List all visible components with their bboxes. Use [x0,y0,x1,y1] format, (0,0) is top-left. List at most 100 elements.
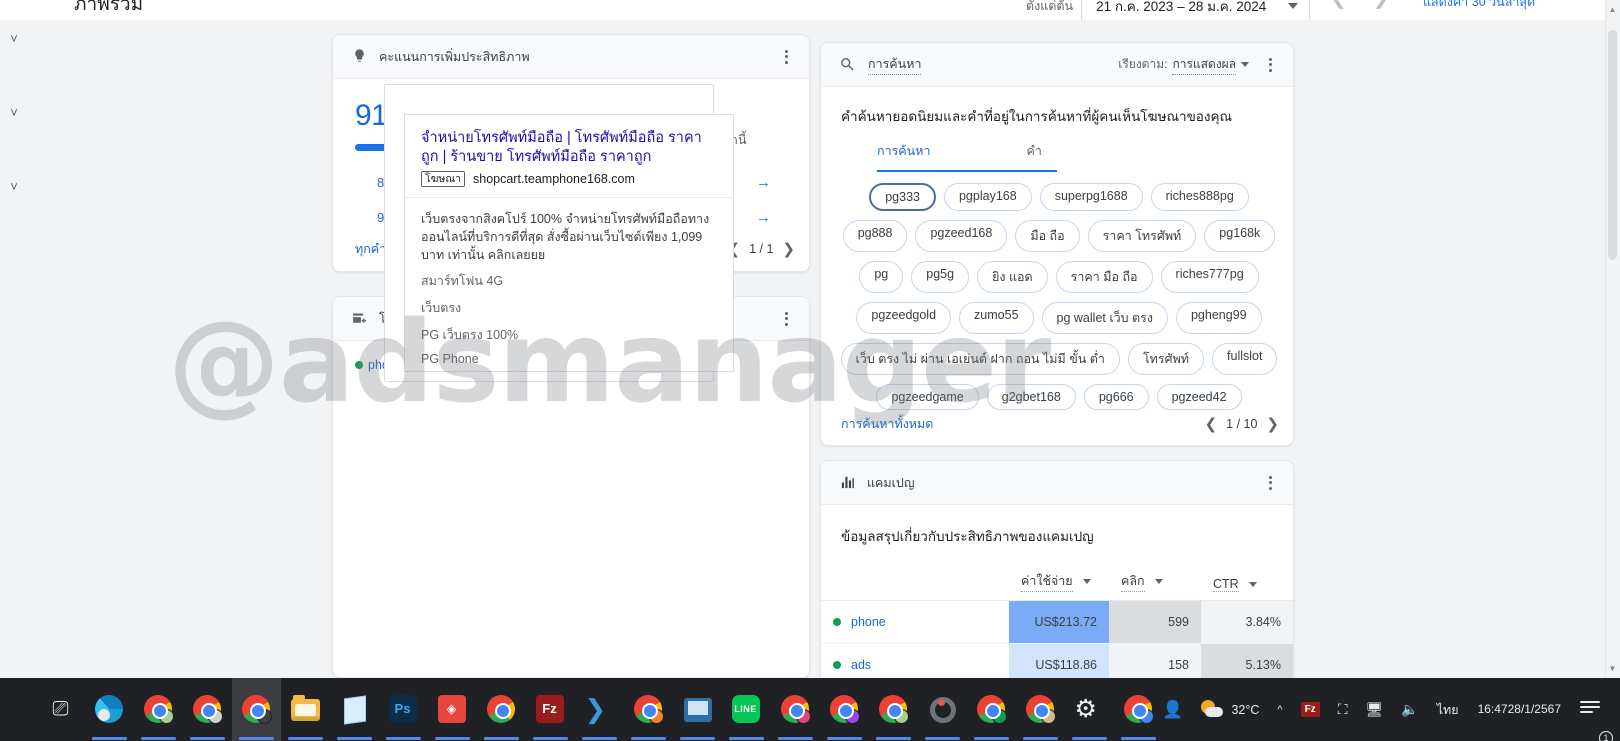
notification-center-button[interactable]: 1 [1571,678,1614,741]
people-icon[interactable]: 👤 [1153,678,1192,741]
taskbar-app-ring[interactable] [918,678,967,741]
taskbar-app-chrome-active[interactable] [232,678,281,741]
sidebar-item-expand-2[interactable]: ˅ [3,102,25,124]
chrome-icon [487,695,515,723]
taskbar-app-chrome-suit[interactable] [1016,678,1065,741]
pager-next-icon[interactable]: ❯ [782,240,795,258]
more-options-icon[interactable] [1261,56,1279,74]
arrow-right-icon[interactable]: → [756,209,771,226]
more-options-icon[interactable] [777,310,795,328]
list-item[interactable]: เว็บ ตรง ไม่ ผ่าน เอเย่นต์ ฝาก ถอน ไม่มี… [841,343,1120,375]
ad-sitelink[interactable]: สมาร์ทโฟน 4G [405,264,733,291]
sort-control[interactable]: เรียงตาม: การแสดงผล [1118,55,1249,75]
taskbar-app-chrome-n2[interactable] [967,678,1016,741]
page-scrollbar[interactable]: ▲ ▼ [1605,0,1620,678]
chevron-down-icon [1155,579,1163,584]
filezilla-tray-icon[interactable]: Fz [1292,678,1329,741]
ad-headline[interactable]: จำหน่ายโทรศัพท์มือถือ | โทรศัพท์มือถือ ร… [421,129,717,167]
taskbar-app-notepad[interactable] [330,678,379,741]
camera-icon[interactable]: ⛶ [1329,678,1357,741]
column-header-clicks[interactable]: คลิก [1109,571,1201,601]
clock[interactable]: 16:47 28/1/2567 [1468,678,1571,741]
taskbar-app-filezilla[interactable]: Fz [526,678,575,741]
list-item[interactable]: riches777pg [1161,261,1259,293]
card-title[interactable]: การค้นหา [868,54,921,75]
more-options-icon[interactable] [777,48,795,66]
notification-icon [1580,701,1600,718]
ad-sitelink[interactable]: PG เว็บตรง 100% [405,318,733,345]
taskbar-app-photoshop[interactable]: Ps [379,678,428,741]
taskbar-app-chrome-purple[interactable] [820,678,869,741]
scrollbar-thumb[interactable] [1608,30,1617,260]
all-searches-link[interactable]: การค้นหาทั้งหมด [841,414,933,434]
taskbar-app-remote-desktop[interactable] [673,678,722,741]
arrow-right-icon[interactable]: → [756,174,771,191]
scroll-down-icon[interactable]: ▼ [1608,664,1617,673]
list-item[interactable]: fullslot [1212,343,1277,375]
list-item[interactable]: pg888 [843,220,908,252]
ring-icon [930,697,956,723]
list-item[interactable]: ราคา โทรศัพท์ [1088,220,1197,252]
card-description: ข้อมูลสรุปเกี่ยวกับประสิทธิภาพของแคมเปญ [821,505,1293,547]
table-header-row: ค่าใช้จ่าย คลิก CTR [821,571,1293,601]
list-item[interactable]: โทรศัพท์ [1128,343,1204,375]
table-row[interactable]: phone US$213.72 599 3.84% [821,601,1293,644]
taskbar-app-beyond-compare[interactable]: ◈ [428,678,477,741]
display-icon[interactable]: 🖥 [1357,678,1393,741]
card-header: แคมเปญ [821,461,1293,505]
list-item[interactable]: pg168k [1204,220,1275,252]
chevron-left-icon[interactable]: ❮ [1330,0,1347,8]
tab-searches[interactable]: การค้นหา [877,141,930,172]
task-view-button[interactable]: ⎚ [36,678,85,741]
taskbar-app-chrome-pink[interactable] [771,678,820,741]
list-item[interactable]: มือ ถือ [1015,220,1079,252]
list-item[interactable]: pgplay168 [944,183,1032,211]
list-item[interactable]: superpg1688 [1040,183,1143,211]
list-item[interactable]: pg wallet เว็บ ตรง [1042,302,1168,334]
list-item[interactable]: pgzeedgold [856,302,951,334]
taskbar-app-chrome-grey[interactable] [183,678,232,741]
list-item[interactable]: ราคา มือ ถือ [1056,261,1153,293]
lightbulb-icon [351,48,368,65]
taskbar-app-chrome-n[interactable] [624,678,673,741]
card-header: คะแนนการเพิ่มประสิทธิภาพ [333,35,809,79]
volume-icon[interactable]: 🔈 [1392,678,1427,741]
taskbar-app-chrome-lightgreen[interactable] [869,678,918,741]
show-hidden-icons-button[interactable]: ^ [1268,678,1291,741]
column-header-ctr[interactable]: CTR [1201,571,1293,601]
clock-time: 16:47 [1478,702,1508,717]
taskbar-app-settings[interactable]: ⚙ [1065,678,1114,741]
chevron-right-icon[interactable]: ❯ [1373,0,1390,8]
pager-prev-icon[interactable]: ❮ [1205,415,1218,433]
sidebar-item-expand-1[interactable]: ˅ [3,28,25,50]
pager-next-icon[interactable]: ❯ [1266,415,1279,433]
card-description: คำค้นหายอดนิยมและคำที่อยู่ในการค้นหาที่ผ… [821,87,1293,127]
taskbar-app-edge[interactable] [85,678,134,741]
list-item[interactable]: ยิง แอด [977,261,1048,293]
ad-sitelink[interactable]: เว็บตรง [405,291,733,318]
list-item[interactable]: pg333 [869,183,936,211]
sort-label: เรียงตาม: [1118,55,1167,74]
taskbar-app-line[interactable]: LINE [722,678,771,741]
ad-sitelink[interactable]: PG Phone [405,345,733,366]
column-header-cost[interactable]: ค่าใช้จ่าย [1009,571,1109,601]
list-item[interactable]: pgzeed168 [915,220,1007,252]
language-indicator[interactable]: ไทย [1428,678,1468,741]
list-item[interactable]: riches888pg [1151,183,1249,211]
taskbar-app-file-explorer[interactable] [281,678,330,741]
more-options-icon[interactable] [1261,474,1279,492]
weather-widget[interactable]: 32°C [1192,678,1268,741]
show-last-30-days-link[interactable]: แสดงค่า 30 วันล่าสุด [1423,0,1535,12]
taskbar-app-chrome-green[interactable] [134,678,183,741]
tab-words[interactable]: คำ [1026,141,1041,172]
taskbar-app-chrome[interactable] [477,678,526,741]
sidebar-item-expand-3[interactable]: ˅ [3,176,25,198]
filezilla-icon: Fz [536,695,564,723]
taskbar-app-vscode[interactable]: ❯ [575,678,624,741]
list-item[interactable]: pg5g [911,261,969,293]
list-item[interactable]: pgheng99 [1176,302,1262,334]
list-item[interactable]: zumo55 [959,302,1033,334]
date-range-selector[interactable]: 21 ก.ค. 2023 – 28 ม.ค. 2024 [1081,0,1310,20]
list-item[interactable]: pg [859,261,903,293]
scroll-up-icon[interactable]: ▲ [1608,5,1617,14]
